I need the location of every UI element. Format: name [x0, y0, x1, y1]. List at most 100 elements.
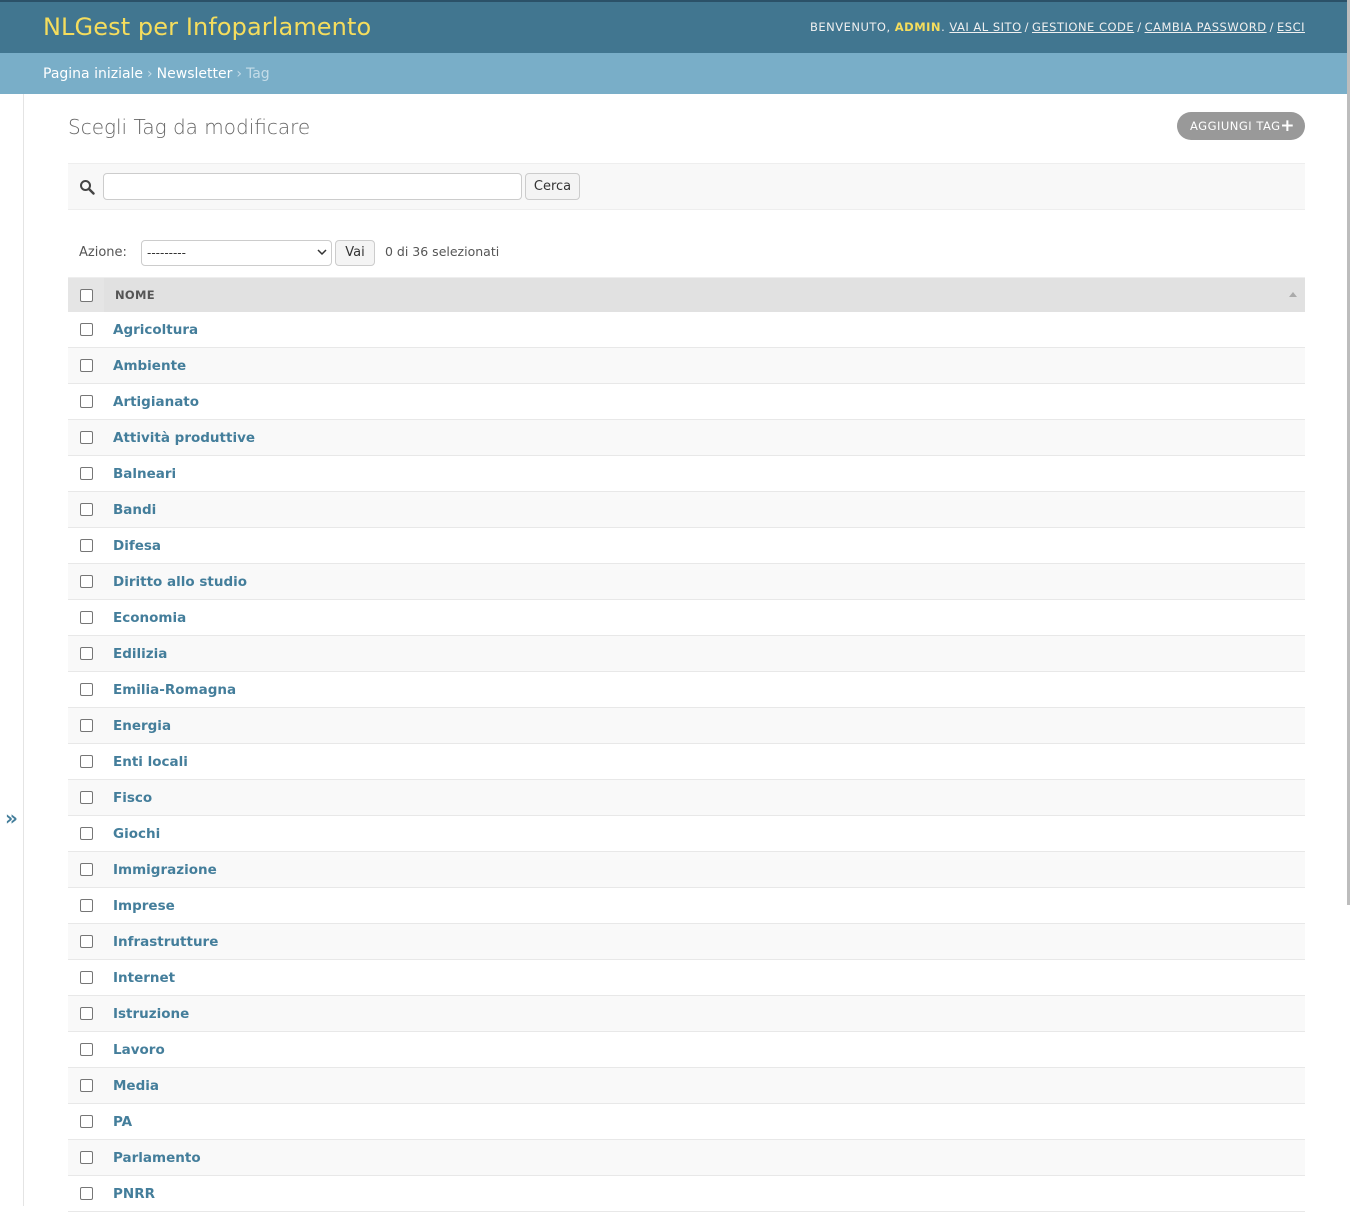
row-checkbox-cell	[68, 743, 104, 780]
row-checkbox-cell	[68, 671, 104, 708]
row-checkbox[interactable]	[80, 1115, 93, 1128]
row-link[interactable]: Attività produttive	[104, 430, 255, 446]
row-name-cell: Media	[104, 1067, 1305, 1104]
row-checkbox-cell	[68, 995, 104, 1032]
row-checkbox[interactable]	[80, 755, 93, 768]
row-checkbox-cell	[68, 887, 104, 924]
row-checkbox[interactable]	[80, 575, 93, 588]
table-row: Immigrazione	[68, 851, 1305, 888]
row-checkbox-cell	[68, 419, 104, 456]
row-checkbox-cell	[68, 851, 104, 888]
action-label: Azione:	[79, 245, 127, 260]
row-checkbox[interactable]	[80, 647, 93, 660]
row-checkbox[interactable]	[80, 1043, 93, 1056]
row-link[interactable]: Enti locali	[104, 754, 188, 770]
row-checkbox-cell	[68, 815, 104, 852]
table-row: Internet	[68, 959, 1305, 996]
table-row: Infrastrutture	[68, 923, 1305, 960]
row-link[interactable]: Immigrazione	[104, 862, 217, 878]
row-link[interactable]: Ambiente	[104, 358, 186, 374]
row-checkbox[interactable]	[80, 467, 93, 480]
breadcrumb-home[interactable]: Pagina iniziale	[43, 66, 143, 82]
row-name-cell: Giochi	[104, 815, 1305, 852]
row-checkbox[interactable]	[80, 1187, 93, 1200]
table-row: PA	[68, 1103, 1305, 1140]
row-checkbox-cell	[68, 563, 104, 600]
select-all-cell	[68, 277, 104, 312]
row-link[interactable]: Bandi	[104, 502, 156, 518]
row-checkbox[interactable]	[80, 683, 93, 696]
row-name-cell: Agricoltura	[104, 312, 1305, 348]
row-link[interactable]: Media	[104, 1078, 159, 1094]
row-name-cell: Difesa	[104, 527, 1305, 564]
table-row: Istruzione	[68, 995, 1305, 1032]
row-link[interactable]: Artigianato	[104, 394, 199, 410]
row-link[interactable]: Difesa	[104, 538, 161, 554]
row-checkbox[interactable]	[80, 1151, 93, 1164]
row-checkbox-cell	[68, 527, 104, 564]
row-checkbox[interactable]	[80, 1007, 93, 1020]
row-link[interactable]: Diritto allo studio	[104, 574, 247, 590]
row-checkbox[interactable]	[80, 611, 93, 624]
row-link[interactable]: PNRR	[104, 1186, 155, 1202]
row-link[interactable]: Edilizia	[104, 646, 167, 662]
select-all-checkbox[interactable]	[80, 288, 93, 302]
view-site-link[interactable]: Vai al sito	[949, 20, 1021, 34]
table-row: Parlamento	[68, 1139, 1305, 1176]
search-input[interactable]	[103, 173, 522, 200]
row-checkbox[interactable]	[80, 323, 93, 336]
row-link[interactable]: Emilia-Romagna	[104, 682, 236, 698]
double-chevron-right-icon[interactable]: »	[5, 806, 18, 830]
row-link[interactable]: Fisco	[104, 790, 152, 806]
row-link[interactable]: Energia	[104, 718, 171, 734]
row-link[interactable]: Economia	[104, 610, 186, 626]
row-link[interactable]: Infrastrutture	[104, 934, 218, 950]
row-checkbox[interactable]	[80, 791, 93, 804]
row-link[interactable]: Istruzione	[104, 1006, 189, 1022]
site-name[interactable]: NLGest per Infoparlamento	[43, 13, 371, 41]
selection-counter: 0 di 36 selezionati	[385, 244, 500, 259]
row-name-cell: Imprese	[104, 887, 1305, 924]
row-checkbox[interactable]	[80, 899, 93, 912]
row-link[interactable]: Lavoro	[104, 1042, 165, 1058]
row-checkbox[interactable]	[80, 539, 93, 552]
add-tag-button[interactable]: AGGIUNGI TAG +	[1177, 112, 1305, 140]
change-password-link[interactable]: Cambia password	[1145, 20, 1267, 34]
column-header-nome[interactable]: NOME	[104, 277, 1305, 312]
row-link[interactable]: Balneari	[104, 466, 176, 482]
row-checkbox[interactable]	[80, 827, 93, 840]
row-checkbox[interactable]	[80, 359, 93, 372]
row-checkbox-cell	[68, 959, 104, 996]
row-link[interactable]: PA	[104, 1114, 132, 1130]
row-checkbox[interactable]	[80, 395, 93, 408]
sort-ascending-icon[interactable]	[1289, 292, 1297, 297]
nav-sidebar-collapsed: »	[0, 94, 24, 1206]
breadcrumb-newsletter[interactable]: Newsletter	[157, 66, 233, 82]
search-button[interactable]: Cerca	[525, 173, 580, 200]
row-name-cell: PNRR	[104, 1175, 1305, 1212]
row-checkbox[interactable]	[80, 431, 93, 444]
chevron-down-icon	[317, 249, 327, 256]
row-checkbox[interactable]	[80, 935, 93, 948]
go-button[interactable]: Vai	[335, 240, 375, 266]
row-link[interactable]: Internet	[104, 970, 175, 986]
table-row: Fisco	[68, 779, 1305, 816]
row-checkbox[interactable]	[80, 503, 93, 516]
row-checkbox-cell	[68, 1175, 104, 1212]
action-select[interactable]: ---------	[141, 240, 332, 266]
row-checkbox[interactable]	[80, 1079, 93, 1092]
logout-link[interactable]: Esci	[1277, 20, 1305, 34]
row-checkbox-cell	[68, 491, 104, 528]
table-row: Emilia-Romagna	[68, 671, 1305, 708]
row-link[interactable]: Imprese	[104, 898, 175, 914]
row-checkbox[interactable]	[80, 863, 93, 876]
row-checkbox[interactable]	[80, 719, 93, 732]
search-icon	[80, 180, 95, 195]
row-link[interactable]: Parlamento	[104, 1150, 201, 1166]
row-link[interactable]: Giochi	[104, 826, 160, 842]
row-checkbox-cell	[68, 312, 104, 348]
queue-management-link[interactable]: Gestione code	[1032, 20, 1134, 34]
row-link[interactable]: Agricoltura	[104, 322, 198, 338]
table-row: Giochi	[68, 815, 1305, 852]
row-checkbox[interactable]	[80, 971, 93, 984]
